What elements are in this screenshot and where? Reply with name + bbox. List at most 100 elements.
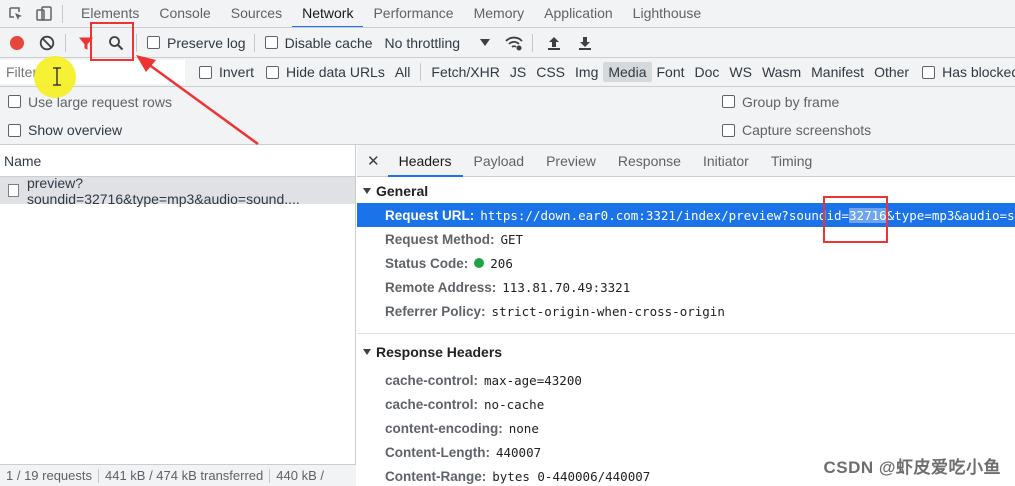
divider (62, 4, 63, 23)
response-headers-section-header[interactable]: Response Headers (357, 340, 1015, 364)
checkbox[interactable] (922, 65, 936, 79)
filter-type-ws[interactable]: WS (724, 62, 757, 82)
referrer-policy-key: Referrer Policy: (385, 303, 486, 319)
response-header-value: 440007 (495, 444, 542, 460)
throttling-select[interactable]: No throttling (385, 35, 491, 51)
request-count: 1 / 19 requests (6, 468, 92, 483)
filter-type-wasm[interactable]: Wasm (757, 62, 806, 82)
device-toolbar-icon[interactable] (36, 5, 52, 22)
divider (253, 33, 255, 52)
record-button[interactable] (9, 35, 25, 51)
filter-type-img[interactable]: Img (570, 62, 603, 82)
annotation-box-search (90, 22, 134, 61)
resources-size: 440 kB / (276, 468, 324, 483)
request-list-panel: Name preview?soundid=32716&type=mp3&audi… (0, 145, 356, 486)
detail-tab-payload[interactable]: Payload (463, 145, 536, 177)
status-code-row: Status Code: 206 (357, 251, 1015, 275)
table-row[interactable]: preview?soundid=32716&type=mp3&audio=sou… (0, 174, 355, 207)
import-har-icon[interactable] (547, 35, 561, 51)
tab-performance[interactable]: Performance (363, 0, 463, 27)
filter-type-js[interactable]: JS (505, 62, 531, 82)
request-method-key: Request Method: (385, 231, 495, 247)
disable-cache-checkbox[interactable]: Disable cache (264, 34, 373, 51)
inspect-element-icon[interactable] (8, 6, 24, 22)
divider (532, 33, 534, 52)
panel-tabs: Elements Console Sources Network Performance… (71, 0, 712, 27)
tab-sources[interactable]: Sources (221, 0, 292, 27)
detail-tab-response[interactable]: Response (607, 145, 692, 177)
file-icon (8, 184, 19, 197)
filter-type-manifest[interactable]: Manifest (806, 62, 869, 82)
detail-tab-preview[interactable]: Preview (535, 145, 607, 177)
detail-tab-headers[interactable]: Headers (387, 145, 463, 177)
hide-data-urls-label: Hide data URLs (286, 64, 385, 80)
divider (65, 33, 66, 52)
checkbox[interactable] (8, 95, 21, 108)
response-headers-title: Response Headers (376, 344, 503, 360)
filter-type-doc[interactable]: Doc (690, 62, 725, 82)
large-rows-checkbox[interactable]: Use large request rows (8, 94, 722, 110)
response-header-row: cache-control: no-cache (357, 392, 1015, 416)
checkbox[interactable] (722, 95, 735, 108)
request-method-row: Request Method: GET (357, 227, 1015, 251)
filter-type-fetch-xhr[interactable]: Fetch/XHR (426, 62, 504, 82)
tab-lighthouse[interactable]: Lighthouse (623, 0, 712, 27)
chevron-down-icon (480, 38, 491, 46)
disable-cache-label: Disable cache (284, 34, 373, 51)
response-header-key: cache-control: (385, 396, 479, 412)
request-url-prefix: https://down.ear0.com:3321/index/preview… (480, 207, 850, 223)
request-url-row[interactable]: Request URL: https://down.ear0.com:3321/… (357, 203, 1015, 227)
checkbox[interactable] (264, 36, 278, 49)
response-header-value: none (508, 420, 539, 436)
preserve-log-label: Preserve log (167, 34, 246, 51)
detail-tab-initiator[interactable]: Initiator (692, 145, 760, 177)
status-ok-icon (474, 258, 485, 268)
show-overview-label: Show overview (28, 122, 123, 138)
checkbox[interactable] (722, 123, 735, 137)
clear-icon[interactable] (39, 35, 55, 51)
checkbox[interactable] (8, 123, 21, 137)
detail-tab-timing[interactable]: Timing (760, 145, 824, 177)
general-section-header[interactable]: General (357, 179, 1015, 203)
network-conditions-icon[interactable] (504, 35, 524, 51)
resource-type-filters: All Fetch/XHR JS CSS Img Media Font Doc WS Wasm Ma… (390, 62, 914, 82)
expand-triangle-icon (363, 349, 371, 355)
status-code-key: Status Code: (385, 255, 469, 271)
capture-screenshots-checkbox[interactable]: Capture screenshots (722, 122, 871, 138)
expand-triangle-icon (363, 188, 371, 194)
divider (420, 63, 422, 81)
show-overview-checkbox[interactable]: Show overview (8, 122, 722, 138)
response-header-key: content-encoding: (385, 420, 503, 436)
filter-type-media[interactable]: Media (603, 62, 652, 82)
remote-address-row: Remote Address: 113.81.70.49:3321 (357, 275, 1015, 299)
response-header-row: cache-control: max-age=43200 (357, 368, 1015, 392)
response-header-value: no-cache (484, 396, 545, 412)
tab-network[interactable]: Network (292, 0, 364, 27)
watermark: CSDN @虾皮爱吃小鱼 (823, 458, 1001, 477)
network-status-bar: 1 / 19 requests 441 kB / 474 kB transfer… (0, 464, 356, 486)
preserve-log-checkbox[interactable]: Preserve log (147, 35, 246, 51)
annotation-box-soundid (823, 196, 888, 243)
has-blocked-cookies-checkbox[interactable]: Has blocked cook (922, 64, 1015, 80)
tab-console[interactable]: Console (149, 0, 220, 27)
general-title: General (376, 183, 429, 199)
request-url-value: https://down.ear0.com:3321/index/preview… (480, 207, 1015, 223)
group-by-frame-checkbox[interactable]: Group by frame (722, 94, 839, 110)
close-icon[interactable]: ✕ (357, 152, 388, 170)
status-code-value: 206 (490, 255, 513, 271)
filter-type-all[interactable]: All (390, 62, 416, 82)
group-by-frame-label: Group by frame (742, 93, 840, 110)
hide-data-urls-checkbox[interactable]: Hide data URLs (266, 64, 385, 80)
response-header-key: Content-Length: (385, 444, 490, 460)
response-header-key: cache-control: (385, 372, 479, 388)
filter-type-font[interactable]: Font (652, 62, 690, 82)
devtools-tab-bar: Elements Console Sources Network Performance… (0, 0, 1015, 28)
checkbox[interactable] (147, 36, 160, 49)
filter-type-other[interactable]: Other (869, 62, 914, 82)
detail-tabs: ✕ Headers Payload Preview Response Initiator… (357, 145, 1015, 177)
export-har-icon[interactable] (578, 35, 592, 51)
request-name: preview?soundid=32716&type=mp3&audio=sou… (26, 174, 300, 207)
filter-type-css[interactable]: CSS (531, 62, 570, 82)
tab-memory[interactable]: Memory (464, 0, 535, 27)
tab-application[interactable]: Application (534, 0, 623, 27)
